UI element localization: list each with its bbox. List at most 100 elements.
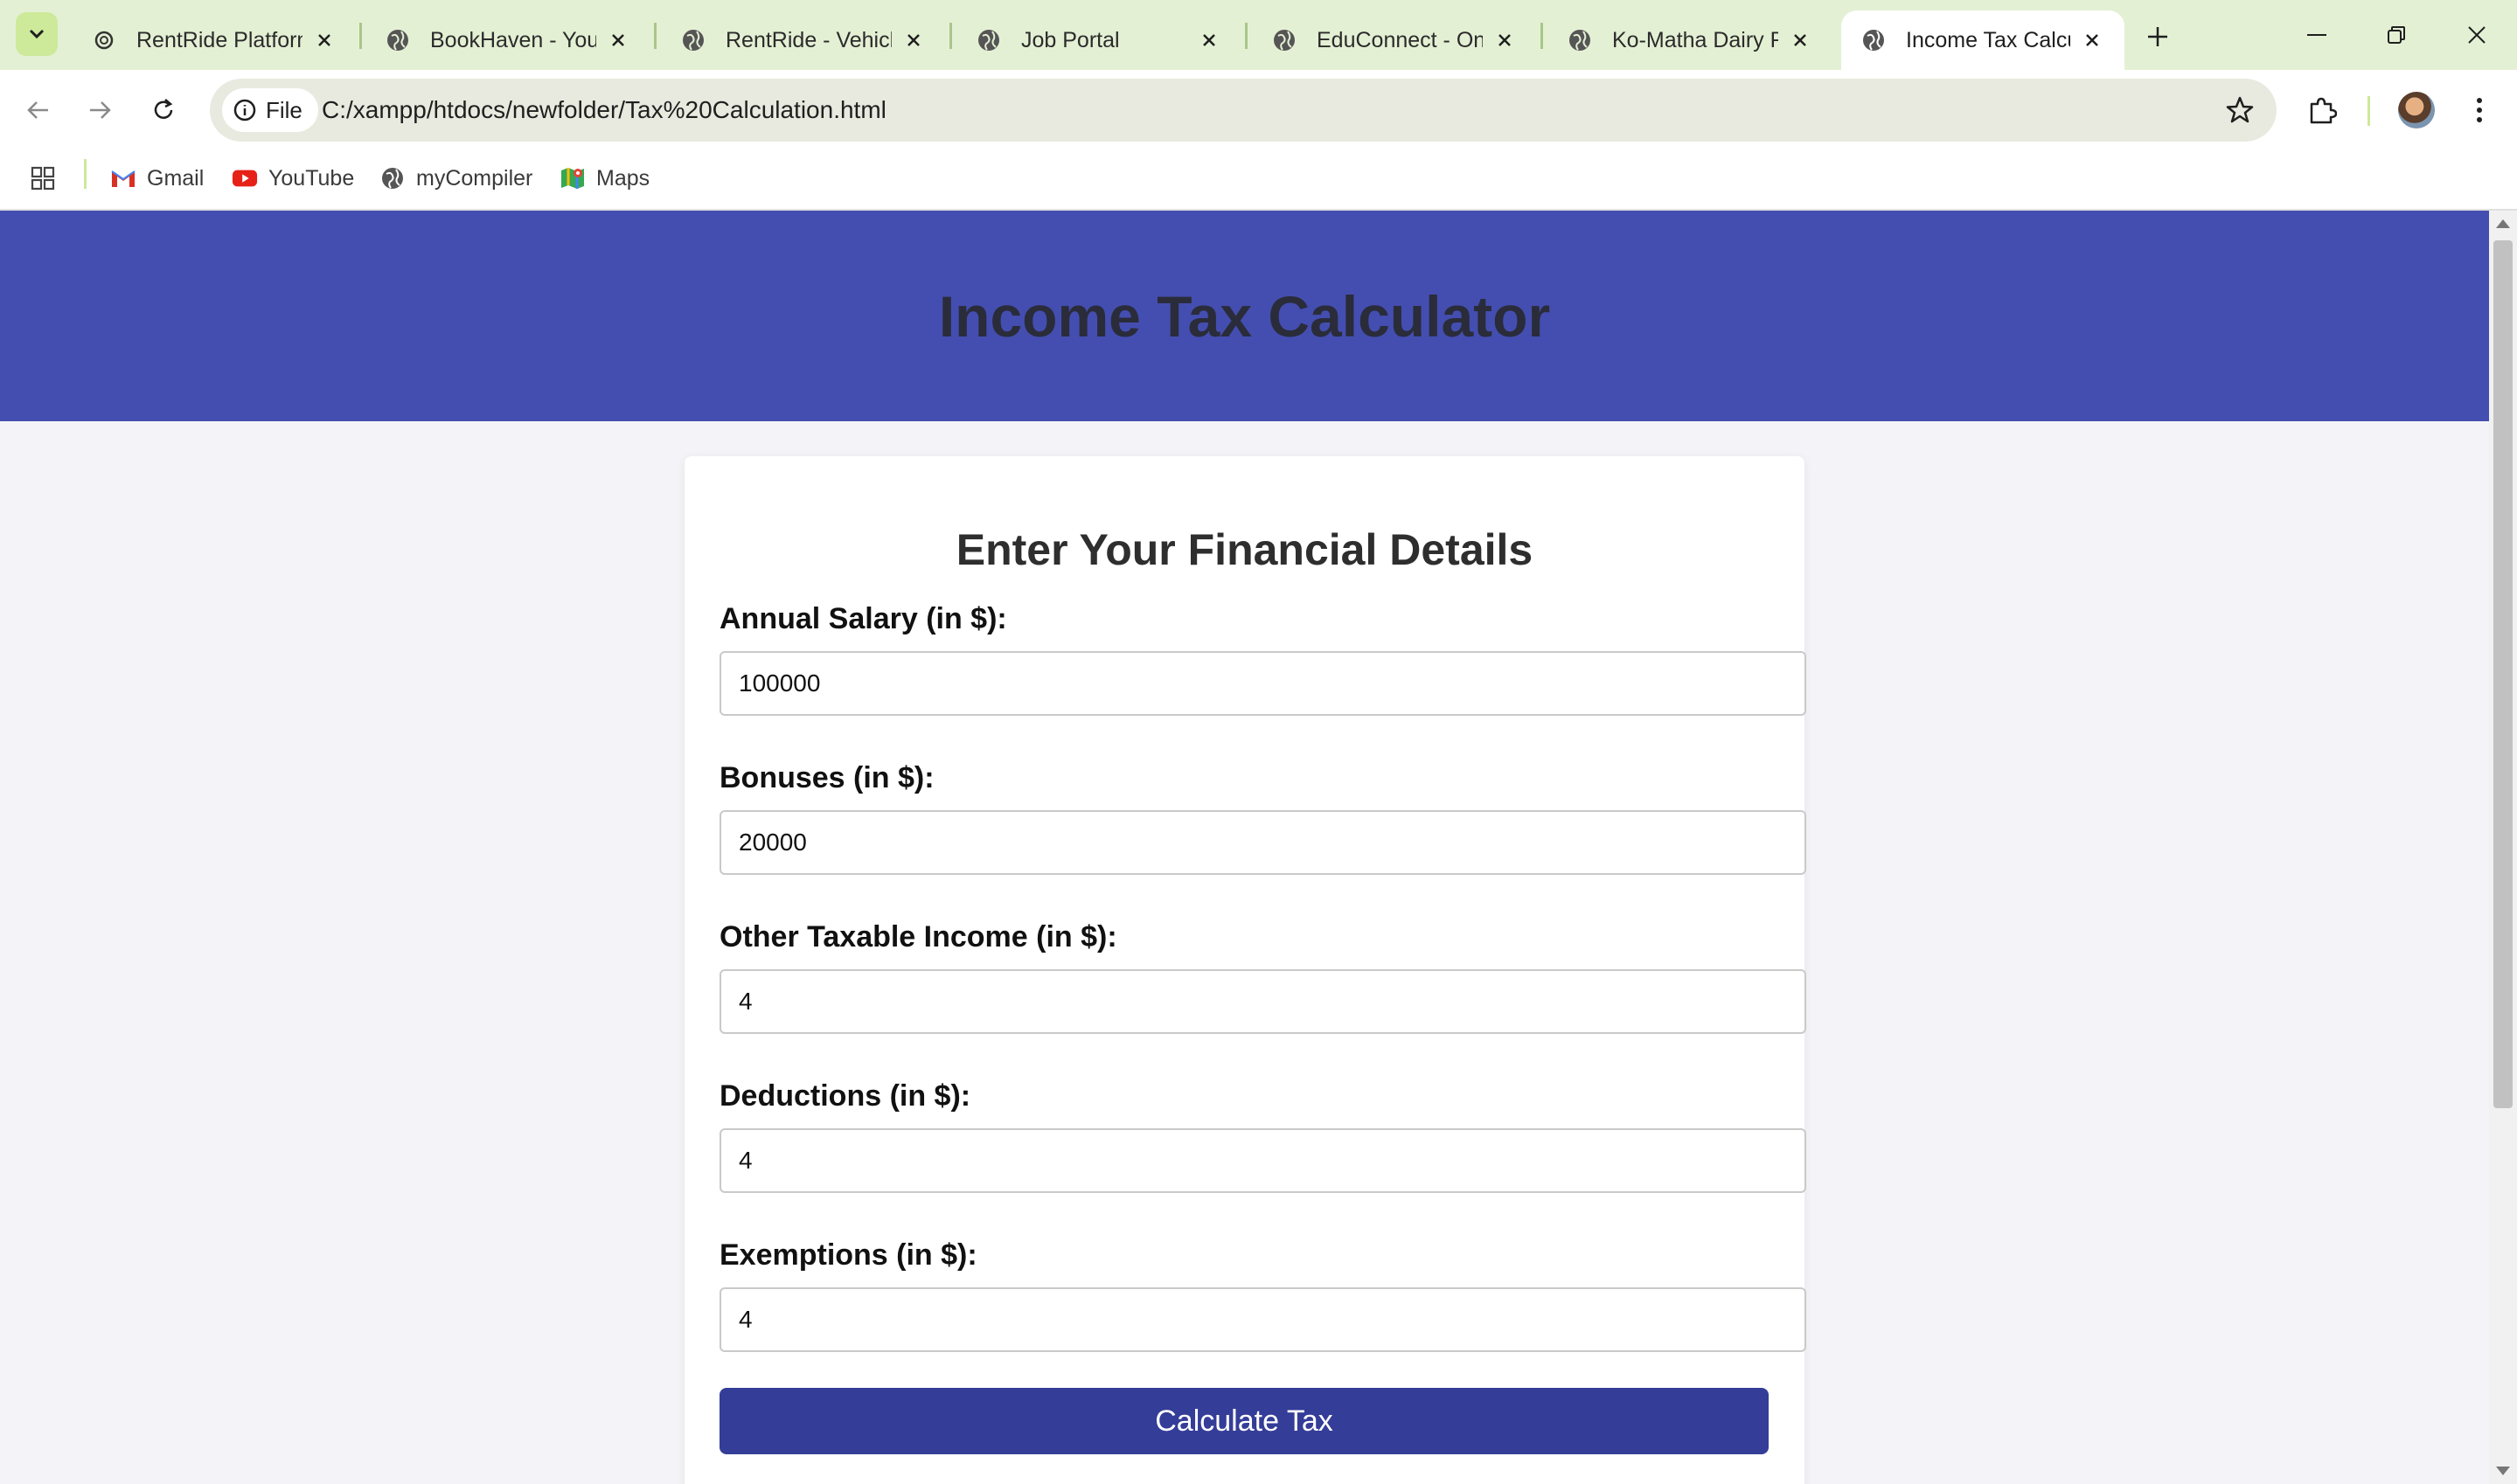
globe-icon bbox=[976, 27, 1002, 53]
tab-title: Job Portal bbox=[1021, 27, 1120, 52]
globe-icon bbox=[680, 27, 706, 53]
tab-separator bbox=[949, 23, 952, 49]
back-button[interactable] bbox=[17, 89, 59, 131]
info-icon bbox=[233, 98, 257, 122]
youtube-icon bbox=[232, 165, 258, 191]
bookmarks-bar: Gmail YouTube myCompiler Maps bbox=[0, 150, 2517, 211]
deductions-label: Deductions (in $): bbox=[720, 1079, 971, 1113]
menu-button[interactable] bbox=[2457, 87, 2502, 133]
tab-separator bbox=[359, 23, 362, 49]
close-icon[interactable] bbox=[311, 27, 337, 53]
chevron-down-icon bbox=[29, 29, 45, 39]
bookmark-mycompiler[interactable]: myCompiler bbox=[379, 161, 532, 196]
gmail-icon bbox=[110, 165, 136, 191]
tab-search-button[interactable] bbox=[16, 12, 58, 56]
minimize-icon bbox=[2307, 34, 2326, 36]
deductions-input[interactable] bbox=[720, 1128, 1806, 1193]
annual-salary-input[interactable] bbox=[720, 651, 1806, 716]
form-heading: Enter Your Financial Details bbox=[956, 525, 1533, 574]
tax-form-card: Enter Your Financial Details Annual Sala… bbox=[685, 456, 1806, 1484]
browser-chrome: RentRide Platform BookHaven - Your RentR… bbox=[0, 0, 2517, 211]
page-scrollbar[interactable] bbox=[2489, 211, 2517, 1484]
restore-button[interactable] bbox=[2370, 14, 2423, 56]
forward-button[interactable] bbox=[79, 89, 121, 131]
bookmark-youtube[interactable]: YouTube bbox=[232, 161, 354, 196]
arrow-left-icon bbox=[27, 101, 48, 119]
minimize-button[interactable] bbox=[2291, 14, 2343, 56]
scroll-up-arrow-icon[interactable] bbox=[2496, 219, 2510, 228]
calculate-tax-button[interactable]: Calculate Tax bbox=[720, 1388, 1769, 1454]
bookmarks-separator bbox=[84, 159, 87, 189]
page-viewport: Income Tax Calculator Enter Your Financi… bbox=[0, 211, 2489, 1484]
star-icon bbox=[2226, 96, 2254, 123]
globe-icon bbox=[1271, 27, 1297, 53]
apps-grid-icon bbox=[31, 166, 55, 191]
tab-ko-matha-dairy[interactable]: Ko-Matha Dairy Fa bbox=[1547, 10, 1832, 70]
bookmark-gmail[interactable]: Gmail bbox=[110, 161, 204, 196]
maps-icon bbox=[560, 165, 586, 191]
site-info-chip[interactable]: File bbox=[222, 88, 318, 132]
tab-title: RentRide Platform bbox=[136, 27, 302, 52]
tab-title: Income Tax Calcul bbox=[1906, 27, 2070, 52]
exemptions-input[interactable] bbox=[720, 1287, 1806, 1352]
toolbar-separator bbox=[2368, 96, 2370, 126]
extensions-button[interactable] bbox=[2299, 87, 2345, 133]
bonuses-input[interactable] bbox=[720, 810, 1806, 875]
tab-income-tax-calculator[interactable]: Income Tax Calcul bbox=[1841, 10, 2124, 70]
bookmark-maps[interactable]: Maps bbox=[560, 161, 650, 196]
globe-icon bbox=[1860, 27, 1887, 53]
tab-bookhaven[interactable]: BookHaven - Your bbox=[365, 10, 650, 70]
globe-icon bbox=[1567, 27, 1593, 53]
scrollbar-thumb[interactable] bbox=[2493, 240, 2513, 1108]
close-icon[interactable] bbox=[1196, 27, 1222, 53]
close-icon bbox=[2468, 26, 2486, 44]
new-tab-button[interactable] bbox=[2140, 19, 2175, 54]
page-header: Income Tax Calculator bbox=[0, 211, 2489, 421]
bookmark-label: Maps bbox=[596, 165, 650, 191]
globe-icon bbox=[379, 165, 406, 191]
close-icon[interactable] bbox=[1491, 27, 1518, 53]
browser-toolbar: File C:/xampp/htdocs/newfolder/Tax%20Cal… bbox=[0, 70, 2517, 150]
puzzle-icon bbox=[2310, 97, 2337, 124]
bonuses-label: Bonuses (in $): bbox=[720, 761, 935, 794]
bookmark-label: YouTube bbox=[268, 165, 355, 191]
tab-strip: RentRide Platform BookHaven - Your RentR… bbox=[0, 0, 2517, 70]
profile-button[interactable] bbox=[2394, 87, 2439, 133]
site-info-label: File bbox=[266, 96, 302, 123]
scroll-down-arrow-icon[interactable] bbox=[2496, 1467, 2510, 1475]
close-icon[interactable] bbox=[2079, 27, 2105, 53]
exemptions-label: Exemptions (in $): bbox=[720, 1238, 977, 1272]
arrow-right-icon bbox=[90, 101, 111, 119]
apps-button[interactable] bbox=[30, 161, 56, 196]
tab-separator bbox=[654, 23, 657, 49]
tab-educonnect[interactable]: EduConnect - Onli bbox=[1252, 10, 1537, 70]
url-text[interactable]: C:/xampp/htdocs/newfolder/Tax%20Calculat… bbox=[322, 79, 887, 142]
tab-rentride-vehicle[interactable]: RentRide - Vehicle bbox=[661, 10, 946, 70]
other-taxable-income-label: Other Taxable Income (in $): bbox=[720, 920, 1117, 954]
address-bar[interactable]: File C:/xampp/htdocs/newfolder/Tax%20Cal… bbox=[210, 79, 2277, 142]
tab-job-portal[interactable]: Job Portal bbox=[956, 10, 1241, 70]
bookmark-star-button[interactable] bbox=[2221, 91, 2259, 129]
close-icon[interactable] bbox=[900, 27, 927, 53]
avatar bbox=[2398, 92, 2435, 128]
tab-separator bbox=[1540, 23, 1543, 49]
tab-title: BookHaven - Your bbox=[430, 27, 596, 52]
close-icon[interactable] bbox=[1787, 27, 1813, 53]
tab-separator bbox=[1245, 23, 1248, 49]
globe-icon bbox=[385, 27, 411, 53]
restore-icon bbox=[2388, 26, 2405, 44]
plus-icon bbox=[2148, 27, 2167, 46]
tab-rentride-platform[interactable]: RentRide Platform bbox=[72, 10, 357, 70]
openai-icon bbox=[91, 27, 117, 53]
close-window-button[interactable] bbox=[2451, 14, 2503, 56]
reload-button[interactable] bbox=[143, 89, 184, 131]
other-taxable-income-input[interactable] bbox=[720, 969, 1806, 1034]
bookmark-label: Gmail bbox=[147, 165, 205, 191]
tab-title: Ko-Matha Dairy Fa bbox=[1612, 27, 1778, 52]
page-title: Income Tax Calculator bbox=[938, 283, 1551, 349]
tab-title: RentRide - Vehicle bbox=[726, 27, 892, 52]
more-vertical-icon bbox=[2477, 98, 2482, 122]
annual-salary-label: Annual Salary (in $): bbox=[720, 602, 1007, 635]
reload-icon bbox=[154, 99, 173, 119]
close-icon[interactable] bbox=[605, 27, 631, 53]
